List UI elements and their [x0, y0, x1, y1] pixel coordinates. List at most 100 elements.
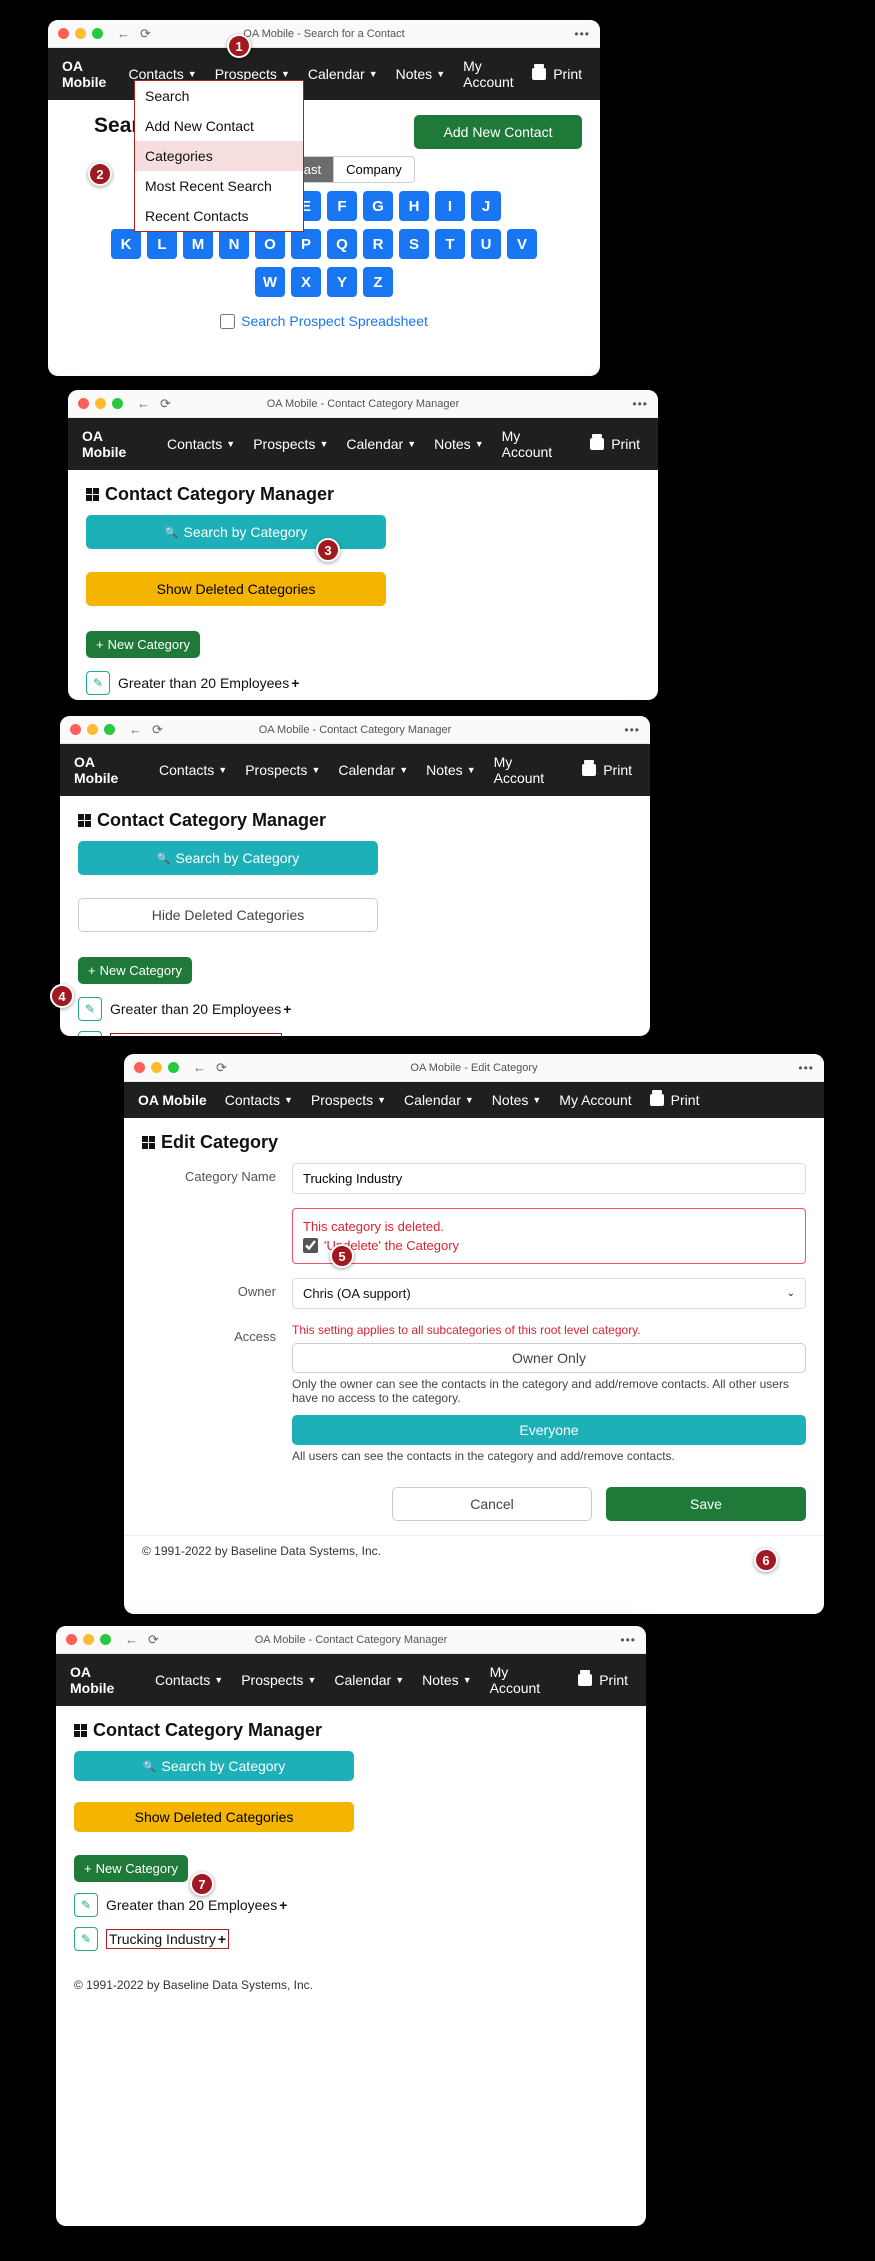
menu-contacts[interactable]: Contacts▼ — [163, 434, 239, 454]
menu-contacts[interactable]: Contacts▼ — [151, 1670, 227, 1690]
letter-u[interactable]: U — [471, 229, 501, 259]
reload-icon[interactable]: ⟳ — [160, 396, 171, 412]
back-icon[interactable]: ← — [193, 1060, 206, 1076]
brand[interactable]: OA Mobile — [138, 1092, 207, 1108]
reload-icon[interactable]: ⟳ — [148, 1632, 159, 1648]
everyone-button[interactable]: Everyone — [292, 1415, 806, 1445]
search-prospect-checkbox[interactable] — [220, 314, 235, 329]
menu-print[interactable]: Print — [586, 434, 644, 454]
category-item-deleted[interactable]: Trucking Industry (deleted) — [110, 1033, 282, 1036]
menu-calendar[interactable]: Calendar▼ — [400, 1090, 478, 1110]
menu-print[interactable]: Print — [574, 1670, 632, 1690]
minimize-icon[interactable] — [95, 398, 106, 409]
maximize-icon[interactable] — [104, 724, 115, 735]
letter-z[interactable]: Z — [363, 267, 393, 297]
minimize-icon[interactable] — [87, 724, 98, 735]
category-item[interactable]: Greater than 20 Employees+ — [106, 1897, 287, 1913]
hide-deleted-categories-button[interactable]: Hide Deleted Categories — [78, 898, 378, 932]
close-icon[interactable] — [58, 28, 69, 39]
overflow-icon[interactable]: ••• — [798, 1061, 814, 1075]
edit-icon[interactable]: ✎ — [86, 671, 110, 695]
letter-v[interactable]: V — [507, 229, 537, 259]
expand-icon[interactable]: + — [292, 1035, 300, 1036]
menu-print[interactable]: Print — [528, 64, 586, 84]
brand[interactable]: OA Mobile — [70, 1664, 137, 1696]
new-category-button[interactable]: +New Category — [86, 631, 200, 658]
menu-contacts[interactable]: Contacts▼ — [221, 1090, 297, 1110]
menu-prospects[interactable]: Prospects▼ — [249, 434, 332, 454]
menu-notes[interactable]: Notes▼ — [430, 434, 488, 454]
dropdown-most-recent-search[interactable]: Most Recent Search — [135, 171, 303, 201]
expand-icon[interactable]: + — [291, 675, 299, 691]
letter-k[interactable]: K — [111, 229, 141, 259]
show-deleted-categories-button[interactable]: Show Deleted Categories — [86, 572, 386, 606]
back-icon[interactable]: ← — [125, 1632, 138, 1648]
dropdown-categories[interactable]: Categories — [135, 141, 303, 171]
cancel-button[interactable]: Cancel — [392, 1487, 592, 1521]
letter-l[interactable]: L — [147, 229, 177, 259]
letter-q[interactable]: Q — [327, 229, 357, 259]
category-name-input[interactable] — [292, 1163, 806, 1194]
maximize-icon[interactable] — [100, 1634, 111, 1645]
edit-icon[interactable]: ✎ — [78, 997, 102, 1021]
menu-my-account[interactable]: My Account — [459, 56, 518, 92]
show-deleted-categories-button[interactable]: Show Deleted Categories — [74, 1802, 354, 1832]
category-item[interactable]: Greater than 20 Employees+ — [118, 675, 299, 691]
back-icon[interactable]: ← — [117, 26, 130, 42]
owner-select[interactable]: Chris (OA support)⌄ — [292, 1278, 806, 1309]
minimize-icon[interactable] — [75, 28, 86, 39]
menu-print[interactable]: Print — [646, 1090, 704, 1110]
menu-calendar[interactable]: Calendar▼ — [342, 434, 420, 454]
letter-y[interactable]: Y — [327, 267, 357, 297]
owner-only-button[interactable]: Owner Only — [292, 1343, 806, 1373]
letter-h[interactable]: H — [399, 191, 429, 221]
back-icon[interactable]: ← — [129, 722, 142, 738]
dropdown-add-contact[interactable]: Add New Contact — [135, 111, 303, 141]
maximize-icon[interactable] — [92, 28, 103, 39]
menu-calendar[interactable]: Calendar▼ — [334, 760, 412, 780]
brand[interactable]: OA Mobile — [62, 58, 111, 90]
menu-my-account[interactable]: My Account — [555, 1090, 635, 1110]
close-icon[interactable] — [70, 724, 81, 735]
minimize-icon[interactable] — [83, 1634, 94, 1645]
close-icon[interactable] — [134, 1062, 145, 1073]
expand-icon[interactable]: + — [283, 1001, 291, 1017]
letter-t[interactable]: T — [435, 229, 465, 259]
reload-icon[interactable]: ⟳ — [216, 1060, 227, 1076]
search-by-category-button[interactable]: Search by Category — [78, 841, 378, 875]
overflow-icon[interactable]: ••• — [620, 1633, 636, 1647]
letter-n[interactable]: N — [219, 229, 249, 259]
overflow-icon[interactable]: ••• — [632, 397, 648, 411]
dropdown-recent-contacts[interactable]: Recent Contacts — [135, 201, 303, 231]
search-by-category-button[interactable]: Search by Category — [86, 515, 386, 549]
edit-icon[interactable]: ✎ — [78, 1031, 102, 1036]
expand-icon[interactable]: + — [218, 1931, 226, 1947]
brand[interactable]: OA Mobile — [74, 754, 141, 786]
letter-m[interactable]: M — [183, 229, 213, 259]
brand[interactable]: OA Mobile — [82, 428, 149, 460]
letter-r[interactable]: R — [363, 229, 393, 259]
menu-print[interactable]: Print — [578, 760, 636, 780]
expand-icon[interactable]: + — [279, 1897, 287, 1913]
letter-p[interactable]: P — [291, 229, 321, 259]
menu-calendar[interactable]: Calendar▼ — [330, 1670, 408, 1690]
menu-my-account[interactable]: My Account — [498, 426, 577, 462]
menu-notes[interactable]: Notes▼ — [418, 1670, 476, 1690]
menu-contacts[interactable]: Contacts▼ — [155, 760, 231, 780]
menu-notes[interactable]: Notes▼ — [392, 64, 450, 84]
maximize-icon[interactable] — [168, 1062, 179, 1073]
close-icon[interactable] — [66, 1634, 77, 1645]
search-prospect-label[interactable]: Search Prospect Spreadsheet — [241, 313, 428, 329]
menu-my-account[interactable]: My Account — [490, 752, 569, 788]
save-button[interactable]: Save — [606, 1487, 806, 1521]
reload-icon[interactable]: ⟳ — [140, 26, 151, 42]
letter-j[interactable]: J — [471, 191, 501, 221]
edit-icon[interactable]: ✎ — [74, 1893, 98, 1917]
letter-s[interactable]: S — [399, 229, 429, 259]
letter-f[interactable]: F — [327, 191, 357, 221]
menu-prospects[interactable]: Prospects▼ — [237, 1670, 320, 1690]
letter-x[interactable]: X — [291, 267, 321, 297]
reload-icon[interactable]: ⟳ — [152, 722, 163, 738]
menu-calendar[interactable]: Calendar▼ — [304, 64, 382, 84]
undelete-checkbox[interactable] — [303, 1238, 318, 1253]
